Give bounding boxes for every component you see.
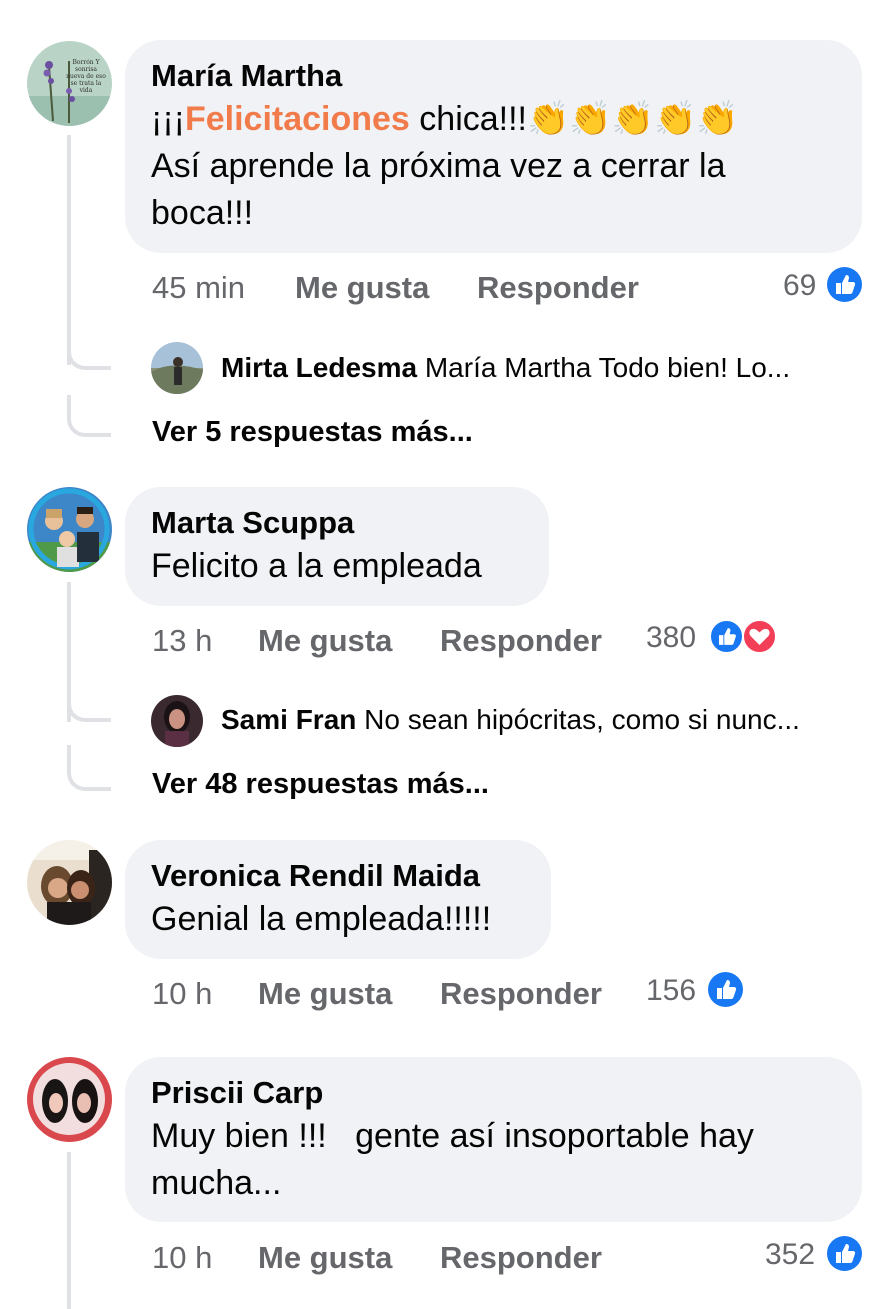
comment-author[interactable]: Veronica Rendil Maida bbox=[151, 858, 525, 894]
reply-preview[interactable]: Sami Fran No sean hipócritas, como si nu… bbox=[221, 704, 861, 736]
thread-connector bbox=[67, 330, 111, 370]
comment-text: ¡¡¡Felicitaciones chica!!!👏👏👏👏👏 Así apre… bbox=[151, 100, 739, 232]
like-button[interactable]: Me gusta bbox=[258, 976, 392, 1012]
reply-text: María Martha Todo bien! Lo... bbox=[424, 352, 791, 383]
comment-text: Genial la empleada!!!!! bbox=[151, 900, 492, 938]
comment-author[interactable]: María Martha bbox=[151, 58, 836, 94]
comment-text: Felicito a la empleada bbox=[151, 547, 482, 585]
like-icon bbox=[827, 267, 862, 302]
avatar[interactable] bbox=[27, 487, 112, 572]
comment-time[interactable]: 13 h bbox=[152, 623, 212, 659]
reply-preview[interactable]: Mirta Ledesma María Martha Todo bien! Lo… bbox=[221, 352, 861, 384]
like-icon bbox=[709, 619, 744, 654]
like-button[interactable]: Me gusta bbox=[258, 623, 392, 659]
avatar[interactable] bbox=[151, 342, 203, 394]
comment-time[interactable]: 45 min bbox=[152, 270, 245, 306]
like-icon bbox=[827, 1236, 862, 1271]
comment-time[interactable]: 10 h bbox=[152, 1240, 212, 1276]
comment-bubble: María Martha ¡¡¡Felicitaciones chica!!!👏… bbox=[125, 40, 862, 253]
thread-connector bbox=[67, 745, 111, 791]
love-icon bbox=[742, 619, 777, 654]
avatar[interactable] bbox=[27, 840, 112, 925]
reply-text: No sean hipócritas, como si nunc... bbox=[364, 704, 800, 735]
avatar[interactable] bbox=[151, 695, 203, 747]
thread-connector bbox=[67, 395, 111, 437]
reply-button[interactable]: Responder bbox=[440, 623, 602, 659]
avatar[interactable]: Borrón Y sonrisa nueva de eso se trata l… bbox=[27, 41, 112, 126]
view-more-replies-link[interactable]: Ver 48 respuestas más... bbox=[152, 768, 489, 801]
like-button[interactable]: Me gusta bbox=[295, 270, 429, 306]
reply-author[interactable]: Sami Fran bbox=[221, 704, 356, 735]
comment-bubble: Priscii Carp Muy bien !!! gente así inso… bbox=[125, 1057, 862, 1222]
reply-button[interactable]: Responder bbox=[440, 976, 602, 1012]
comment-bubble: Marta Scuppa Felicito a la empleada bbox=[125, 487, 549, 606]
comment-author[interactable]: Priscii Carp bbox=[151, 1075, 836, 1111]
reaction-count[interactable]: 156 bbox=[646, 974, 696, 1008]
reaction-count[interactable]: 352 bbox=[765, 1238, 815, 1272]
thread-line bbox=[67, 1152, 71, 1309]
comment-bubble: Veronica Rendil Maida Genial la empleada… bbox=[125, 840, 551, 959]
like-button[interactable]: Me gusta bbox=[258, 1240, 392, 1276]
view-more-replies-link[interactable]: Ver 5 respuestas más... bbox=[152, 416, 473, 449]
reply-button[interactable]: Responder bbox=[440, 1240, 602, 1276]
comment-text: Muy bien !!! gente así insoportable hay … bbox=[151, 1117, 764, 1202]
reply-button[interactable]: Responder bbox=[477, 270, 639, 306]
comment-author[interactable]: Marta Scuppa bbox=[151, 505, 523, 541]
reply-author[interactable]: Mirta Ledesma bbox=[221, 352, 417, 383]
like-icon bbox=[708, 972, 743, 1007]
avatar[interactable] bbox=[27, 1057, 112, 1142]
reaction-count[interactable]: 380 bbox=[646, 621, 696, 655]
reaction-count[interactable]: 69 bbox=[783, 269, 816, 303]
thread-connector bbox=[67, 682, 111, 722]
comment-time[interactable]: 10 h bbox=[152, 976, 212, 1012]
avatar-caption: Borrón Y sonrisa nueva de eso se trata l… bbox=[66, 59, 106, 94]
highlighted-word[interactable]: Felicitaciones bbox=[185, 100, 410, 138]
